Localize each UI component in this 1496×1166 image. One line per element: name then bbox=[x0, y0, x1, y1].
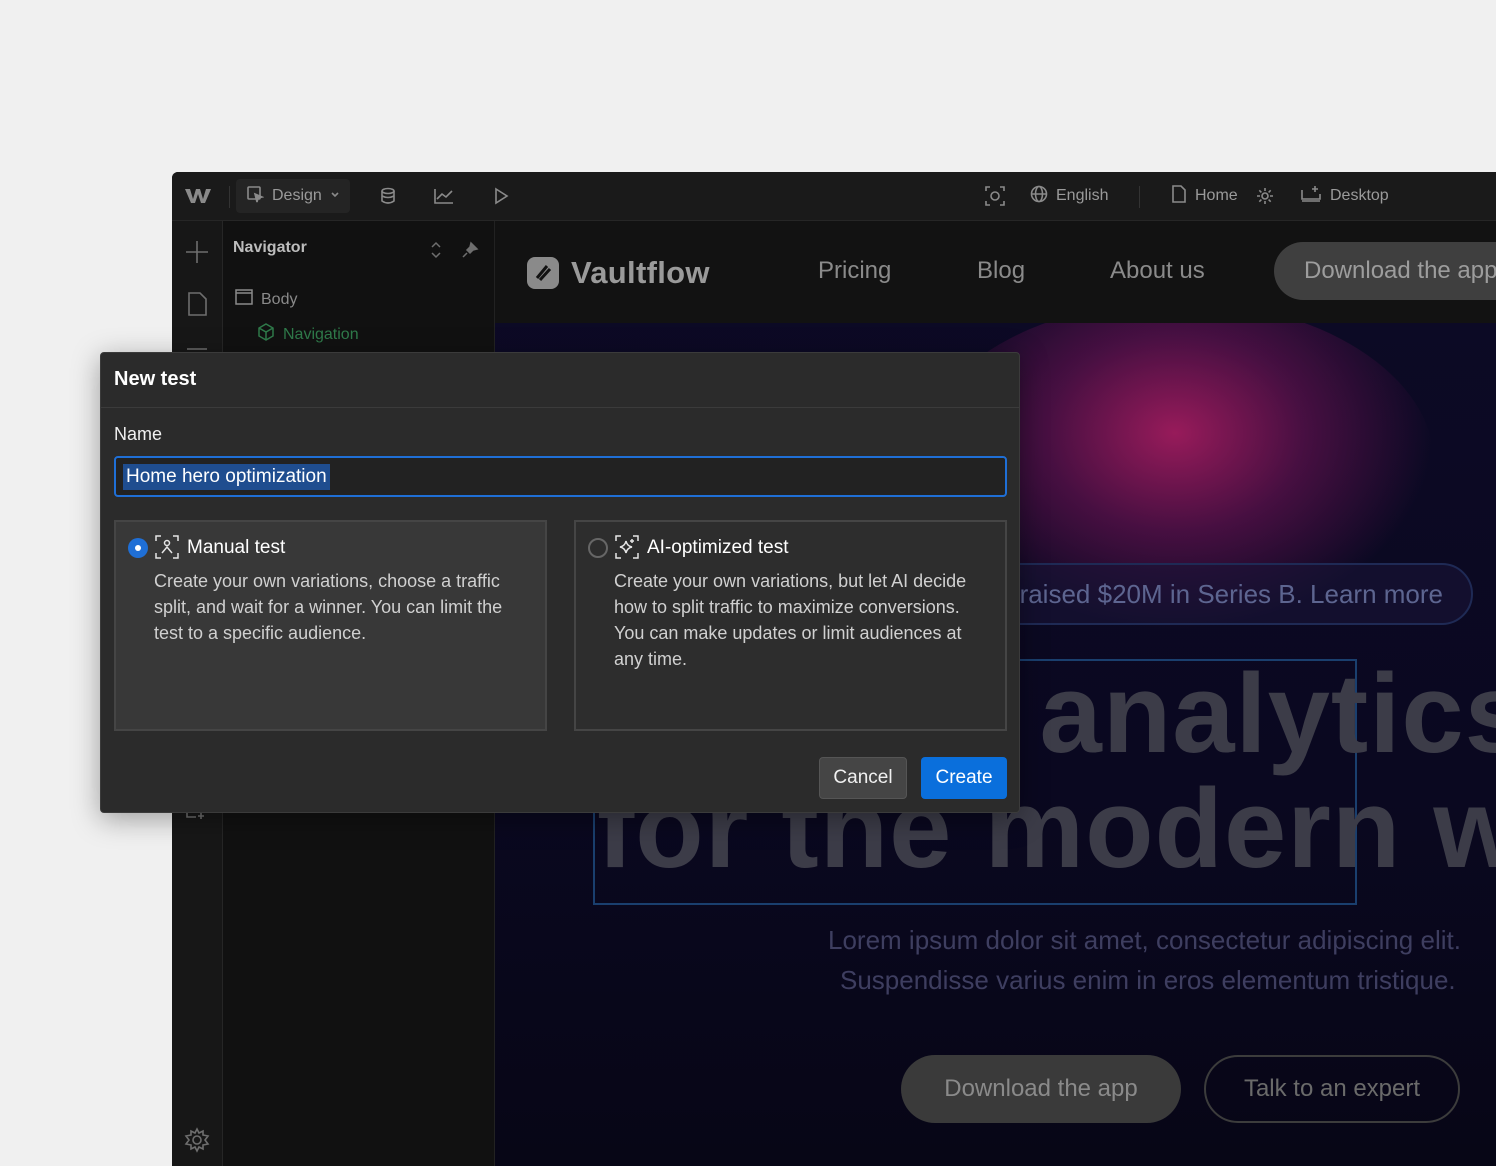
webflow-logo-icon[interactable] bbox=[184, 172, 212, 220]
new-test-dialog: New test Name Home hero optimization Man… bbox=[100, 352, 1020, 813]
cancel-button[interactable]: Cancel bbox=[819, 757, 907, 799]
page-settings-gear-icon[interactable] bbox=[1256, 172, 1274, 220]
ai-test-title: AI-optimized test bbox=[647, 537, 789, 558]
test-name-value: Home hero optimization bbox=[123, 463, 330, 490]
breakpoint-selector[interactable]: Desktop bbox=[1300, 172, 1389, 220]
site-link-blog[interactable]: Blog bbox=[977, 257, 1025, 285]
pin-icon[interactable] bbox=[461, 241, 479, 264]
create-button[interactable]: Create bbox=[921, 757, 1007, 799]
language-label: English bbox=[1056, 187, 1109, 204]
ai-test-description: Create your own variations, but let AI d… bbox=[614, 571, 967, 669]
settings-gear-icon[interactable] bbox=[184, 1127, 210, 1153]
preview-play-icon[interactable] bbox=[492, 172, 510, 220]
site-link-pricing[interactable]: Pricing bbox=[818, 257, 891, 285]
add-element-plus-icon[interactable] bbox=[184, 239, 210, 265]
test-name-input[interactable]: Home hero optimization bbox=[114, 456, 1007, 497]
dialog-title: New test bbox=[114, 368, 197, 390]
hero-expert-button[interactable]: Talk to an expert bbox=[1204, 1055, 1460, 1123]
dialog-header: New test bbox=[101, 353, 1019, 408]
navigator-item-label: Navigation bbox=[283, 325, 359, 343]
top-toolbar: Design English Home Desktop bbox=[172, 172, 1496, 221]
hero-subtext-line-2: Suspendisse varius enim in eros elementu… bbox=[840, 965, 1456, 995]
nav-download-button[interactable]: Download the app bbox=[1274, 242, 1496, 300]
vaultflow-logo-icon bbox=[527, 257, 559, 289]
name-label: Name bbox=[114, 424, 163, 444]
site-navbar: Vaultflow Pricing Blog About us Download… bbox=[495, 221, 1496, 323]
manual-test-option[interactable]: Manual test Create your own variations, … bbox=[114, 520, 547, 731]
pages-icon[interactable] bbox=[184, 291, 210, 317]
navigator-title: Navigator bbox=[233, 239, 307, 256]
site-link-about[interactable]: About us bbox=[1110, 257, 1205, 285]
hero-subtext-line-1: Lorem ipsum dolor sit amet, consectetur … bbox=[828, 925, 1461, 955]
site-logo: Vaultflow bbox=[527, 255, 710, 291]
ai-sparkle-icon bbox=[614, 534, 640, 560]
cursor-box-icon bbox=[246, 185, 265, 208]
page-label: Home bbox=[1195, 187, 1238, 204]
design-mode-button[interactable]: Design bbox=[236, 179, 350, 213]
expand-collapse-icon[interactable] bbox=[429, 241, 443, 264]
manual-test-icon bbox=[154, 534, 180, 560]
desktop-breakpoint-icon bbox=[1300, 185, 1322, 208]
manual-test-radio[interactable] bbox=[128, 538, 148, 558]
navigator-item-navigation[interactable]: Navigation bbox=[257, 323, 359, 346]
breakpoint-label: Desktop bbox=[1330, 187, 1389, 204]
chevron-down-icon bbox=[330, 187, 340, 205]
ai-optimized-test-option[interactable]: AI-optimized test Create your own variat… bbox=[574, 520, 1007, 731]
language-selector[interactable]: English bbox=[1030, 172, 1108, 220]
hero-download-button[interactable]: Download the app bbox=[901, 1055, 1181, 1123]
page-selector[interactable]: Home bbox=[1171, 172, 1238, 220]
navigator-item-body[interactable]: Body bbox=[235, 289, 297, 310]
globe-icon bbox=[1030, 185, 1048, 208]
page-icon bbox=[1171, 184, 1187, 208]
component-cube-icon bbox=[257, 323, 275, 346]
body-box-icon bbox=[235, 289, 253, 310]
focus-target-icon[interactable] bbox=[984, 172, 1006, 220]
manual-test-title: Manual test bbox=[187, 537, 286, 558]
analytics-chart-icon[interactable] bbox=[433, 172, 455, 220]
brand-name: Vaultflow bbox=[571, 255, 710, 290]
cms-database-icon[interactable] bbox=[379, 172, 397, 220]
navigator-item-label: Body bbox=[261, 290, 298, 308]
design-mode-label: Design bbox=[272, 187, 322, 204]
ai-test-radio[interactable] bbox=[588, 538, 608, 558]
manual-test-description: Create your own variations, choose a tra… bbox=[154, 571, 503, 643]
